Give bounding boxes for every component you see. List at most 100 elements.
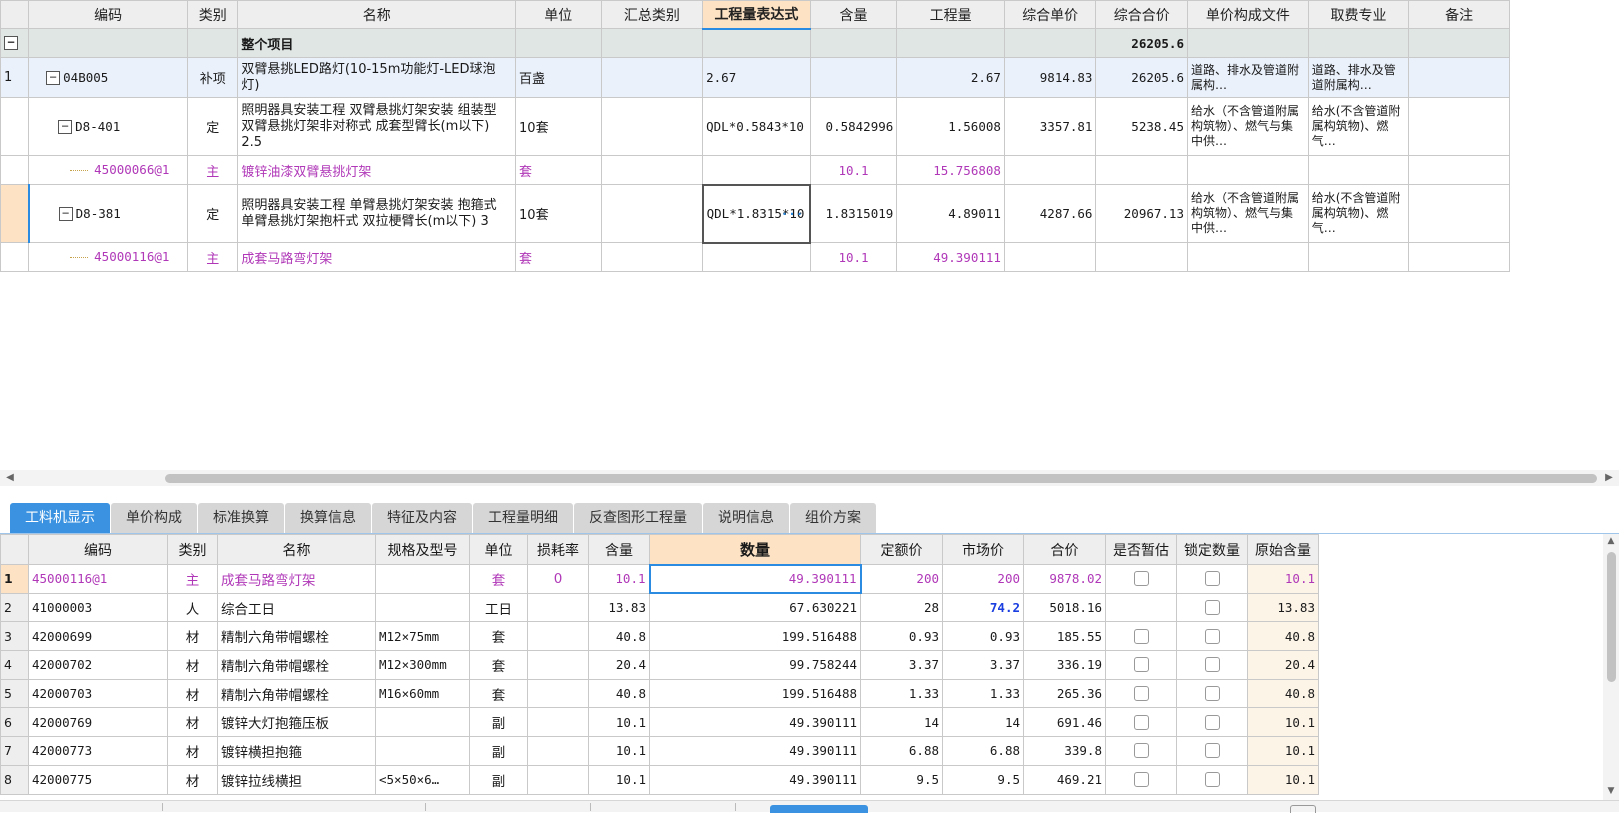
cell-name[interactable]: 综合工日 [217,592,376,623]
cell-total[interactable]: 469.21 [1023,764,1106,795]
tab-features-content[interactable]: 特征及内容 [372,503,472,533]
cell-remark[interactable] [1408,242,1510,272]
cell-spec[interactable] [375,736,470,766]
col-header-provisional[interactable]: 是否暂估 [1105,534,1177,565]
cell-type[interactable]: 定 [187,97,239,156]
scroll-right-icon[interactable]: ▶ [1602,471,1616,485]
table-row-active[interactable]: − D8-381 定 照明器具安装工程 单臂悬挑灯架安装 抱箍式 单臂悬挑灯架抱杆… [0,183,1510,244]
cell-content[interactable]: 10.1 [809,155,898,185]
table-row[interactable]: 5 42000703 材 精制六角带帽螺栓 M16×60mm 套 40.8 19… [0,678,1319,709]
cell-quota-price[interactable]: 28 [860,592,943,623]
cell-total-price[interactable]: 26205.6 [1095,57,1188,98]
cell-content[interactable]: 10.1 [588,707,650,738]
col-header-name[interactable]: 名称 [237,0,517,29]
provisional-checkbox[interactable] [1133,571,1149,587]
cell-type[interactable]: 材 [167,621,218,652]
cell-name[interactable]: 精制六角带帽螺栓 [217,621,376,652]
cell-name[interactable]: 成套马路弯灯架 [237,242,517,272]
col-header-fee-major[interactable]: 取费专业 [1307,0,1410,29]
cell-spec[interactable] [375,564,470,594]
cell-quota-price[interactable]: 200 [860,564,943,594]
cell-quantity-expression[interactable]: QDL*0.5843*10 [702,97,811,156]
cell-type[interactable]: 材 [167,764,218,795]
cell-amount[interactable]: 49.390111 [649,707,861,738]
cell-amount[interactable]: 99.758244 [649,650,861,680]
cell-unit[interactable]: 套 [469,678,528,709]
vertical-scrollbar[interactable]: ▲ ▼ [1603,534,1619,800]
cell-quantity-expression[interactable]: 2.67 [702,57,811,98]
cell-code[interactable]: 42000699 [28,621,168,652]
provisional-checkbox[interactable] [1133,657,1149,673]
lock-quantity-checkbox[interactable] [1204,657,1220,673]
cell-quantity[interactable]: 49.390111 [896,242,1005,272]
cell-price-composition-file[interactable] [1186,242,1309,272]
cell-total-price[interactable]: 20967.13 [1095,184,1188,243]
cell-price-composition-file[interactable]: 道路、排水及管道附属构… [1186,57,1309,98]
cell-total-price[interactable] [1095,242,1188,272]
provisional-checkbox[interactable] [1133,628,1149,644]
cell-type[interactable]: 补项 [187,57,239,98]
cell-content[interactable]: 40.8 [588,678,650,709]
lock-quantity-checkbox[interactable] [1204,628,1220,644]
cell-quota-price[interactable]: 9.5 [860,764,943,795]
group-toggle-cell[interactable]: − [0,28,30,58]
cell-amount[interactable]: 49.390111 [648,563,862,595]
cell-amount[interactable]: 49.390111 [649,736,861,766]
cell-loss-rate[interactable] [527,650,589,680]
cell-content[interactable]: 10.1 [588,736,650,766]
table-row[interactable]: 2 41000003 人 综合工日 工日 13.83 67.630221 28 … [0,592,1319,623]
tab-standard-conversion[interactable]: 标准换算 [198,503,284,533]
col-header-total[interactable]: 合价 [1023,534,1106,565]
cell-quantity-expression[interactable] [702,155,811,185]
cell-type[interactable]: 主 [187,242,239,272]
col-header-lock-quantity[interactable]: 锁定数量 [1176,534,1248,565]
tab-pricing-scheme[interactable]: 组价方案 [790,503,876,533]
col-header-quantity-expression[interactable]: 工程量表达式 [702,0,811,30]
cell-loss-rate[interactable] [527,621,589,652]
cell-original-content[interactable]: 13.83 [1247,592,1319,623]
table-row[interactable]: 1 −04B005 补项 双臂悬挑LED路灯(10-15m功能灯-LED球泡灯)… [0,57,1510,98]
col-header-total-price[interactable]: 综合合价 [1095,0,1188,29]
cell-summary-category[interactable] [600,155,704,185]
cell-loss-rate[interactable] [527,678,589,709]
cell-fee-major[interactable]: 道路、排水及管道附属构… [1307,57,1410,98]
cell-loss-rate[interactable] [527,764,589,795]
cell-original-content[interactable]: 10.1 [1247,707,1319,738]
col-header-unit[interactable]: 单位 [469,534,528,565]
cell-code[interactable]: 42000773 [28,736,168,766]
cell-amount[interactable]: 49.390111 [649,764,861,795]
cell-summary-category[interactable] [600,242,704,272]
cell-amount[interactable]: 199.516488 [649,678,861,709]
cell-price-composition-file[interactable] [1186,155,1309,185]
cell-spec[interactable] [375,707,470,738]
col-header-spec[interactable]: 规格及型号 [375,534,470,565]
cell-type[interactable]: 材 [167,736,218,766]
cell-unit[interactable]: 套 [469,621,528,652]
cell-spec[interactable]: <5×50×6… [375,764,470,795]
cell-quantity-expression[interactable] [702,242,811,272]
col-header-type[interactable]: 类别 [167,534,218,565]
cell-total[interactable]: 691.46 [1023,707,1106,738]
cell-name[interactable]: 镀锌拉线横担 [217,764,376,795]
cell-content[interactable]: 10.1 [809,242,898,272]
cell-quantity[interactable]: 2.67 [896,57,1005,98]
collapse-icon[interactable]: − [46,71,61,85]
cell-fee-major[interactable] [1307,242,1410,272]
col-header-type[interactable]: 类别 [187,0,239,29]
col-header-index[interactable] [0,0,30,29]
cell-unit[interactable]: 套 [469,564,528,594]
cell-total[interactable]: 339.8 [1023,736,1106,766]
cell-loss-rate[interactable] [527,592,589,623]
col-header-unit-price[interactable]: 综合单价 [1003,0,1097,29]
table-row[interactable]: 4 42000702 材 精制六角带帽螺栓 M12×300mm 套 20.4 9… [0,650,1319,680]
col-header-index[interactable] [0,534,29,565]
collapse-icon[interactable]: − [58,207,73,221]
cell-summary-category[interactable] [600,97,704,156]
cell-original-content[interactable]: 40.8 [1247,678,1319,709]
col-header-code[interactable]: 编码 [28,534,168,565]
col-header-price-composition-file[interactable]: 单价构成文件 [1186,0,1309,29]
lock-quantity-checkbox[interactable] [1204,743,1220,759]
cell-total-price[interactable]: 5238.45 [1095,97,1188,156]
col-header-content[interactable]: 含量 [588,534,650,565]
lock-quantity-checkbox[interactable] [1204,600,1220,616]
